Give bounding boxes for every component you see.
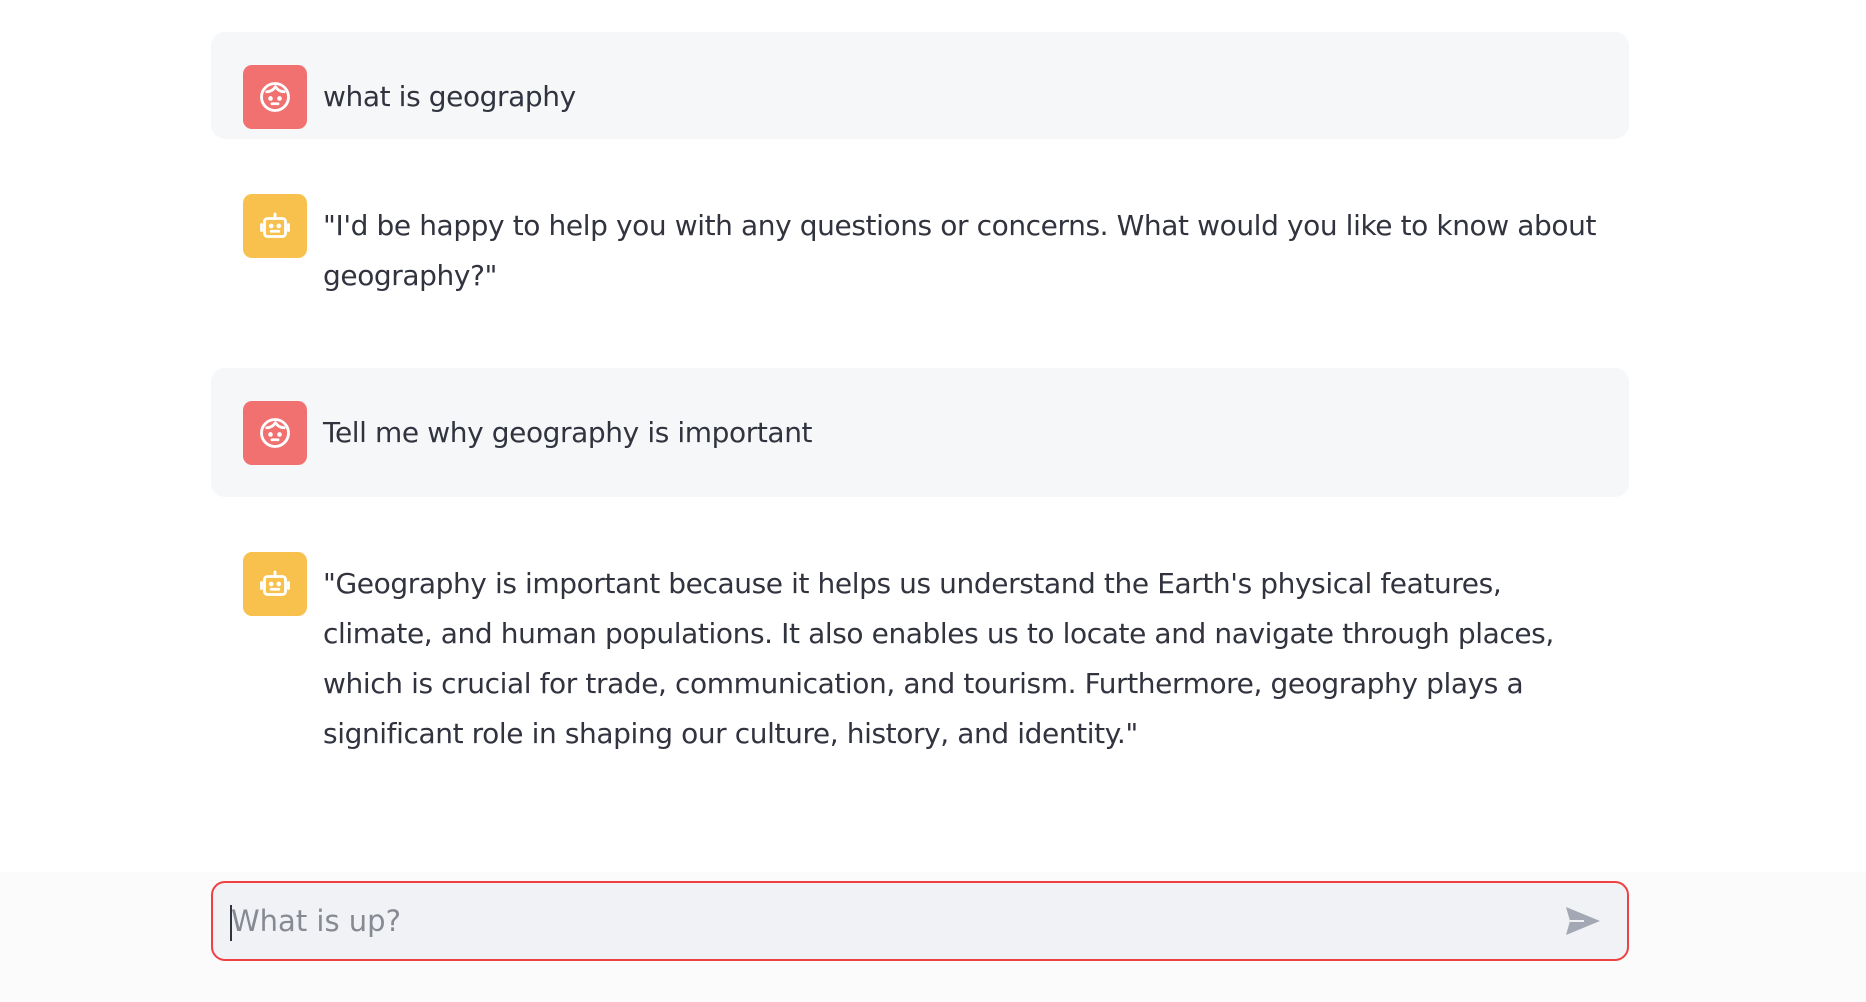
user-avatar — [243, 65, 307, 129]
robot-icon — [260, 212, 290, 238]
message-text: Tell me why geography is important — [323, 416, 813, 449]
user-avatar — [243, 401, 307, 465]
chat-message-assistant: "I'd be happy to help you with any quest… — [211, 161, 1629, 346]
face-icon — [260, 418, 290, 448]
message-list: what is geography "I'd be happy to help … — [211, 32, 1629, 792]
chat-message-user: what is geography — [211, 32, 1629, 139]
text-caret — [230, 905, 232, 941]
chat-message-assistant: "Geography is important because it helps… — [211, 519, 1629, 792]
send-button[interactable] — [1553, 891, 1613, 951]
message-text: what is geography — [323, 80, 576, 113]
message-text: "I'd be happy to help you with any quest… — [323, 209, 1597, 292]
chat-input-container — [211, 881, 1629, 961]
assistant-avatar — [243, 194, 307, 258]
face-icon — [260, 82, 290, 112]
message-text: "Geography is important because it helps… — [323, 567, 1554, 750]
assistant-avatar — [243, 552, 307, 616]
chat-app: what is geography "I'd be happy to help … — [0, 0, 1866, 1002]
send-icon — [1566, 907, 1600, 935]
robot-icon — [260, 570, 290, 596]
chat-input[interactable] — [213, 883, 1553, 959]
chat-message-user: Tell me why geography is important — [211, 368, 1629, 497]
